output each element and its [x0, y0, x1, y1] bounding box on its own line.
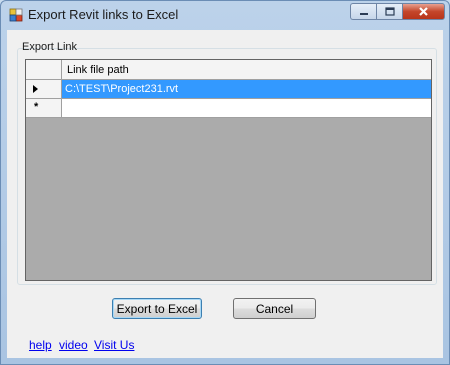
table-row-new[interactable]: *	[26, 99, 431, 118]
window-title: Export Revit links to Excel	[28, 7, 179, 22]
export-to-excel-button[interactable]: Export to Excel	[112, 298, 202, 319]
maximize-button[interactable]	[376, 3, 402, 20]
grid-corner-header[interactable]	[26, 60, 62, 79]
cancel-button[interactable]: Cancel	[233, 298, 316, 319]
links-grid[interactable]: Link file path C:\TEST\Project231.rvt *	[25, 59, 432, 281]
help-link[interactable]: help	[29, 338, 52, 352]
video-link[interactable]: video	[59, 338, 88, 352]
group-label: Export Link	[22, 41, 78, 53]
grid-header: Link file path	[26, 60, 431, 80]
row-header[interactable]: *	[26, 99, 62, 117]
table-row[interactable]: C:\TEST\Project231.rvt	[26, 80, 431, 99]
app-window: Export Revit links to Excel Export Link …	[0, 0, 450, 365]
close-button[interactable]	[402, 3, 445, 20]
minimize-icon	[359, 12, 368, 15]
link-path-cell[interactable]: C:\TEST\Project231.rvt	[62, 80, 431, 98]
link-path-cell[interactable]	[62, 99, 431, 117]
row-header[interactable]	[26, 80, 62, 98]
close-icon	[419, 7, 428, 16]
minimize-button[interactable]	[350, 3, 376, 20]
new-row-indicator: *	[34, 101, 39, 113]
maximize-icon	[384, 6, 395, 16]
revit-app-icon	[9, 8, 23, 22]
visit-us-link[interactable]: Visit Us	[94, 338, 134, 352]
title-bar[interactable]: Export Revit links to Excel	[1, 1, 449, 29]
column-header-link-file-path[interactable]: Link file path	[62, 60, 431, 79]
current-row-arrow-icon	[33, 85, 38, 93]
caption-buttons	[350, 3, 445, 21]
